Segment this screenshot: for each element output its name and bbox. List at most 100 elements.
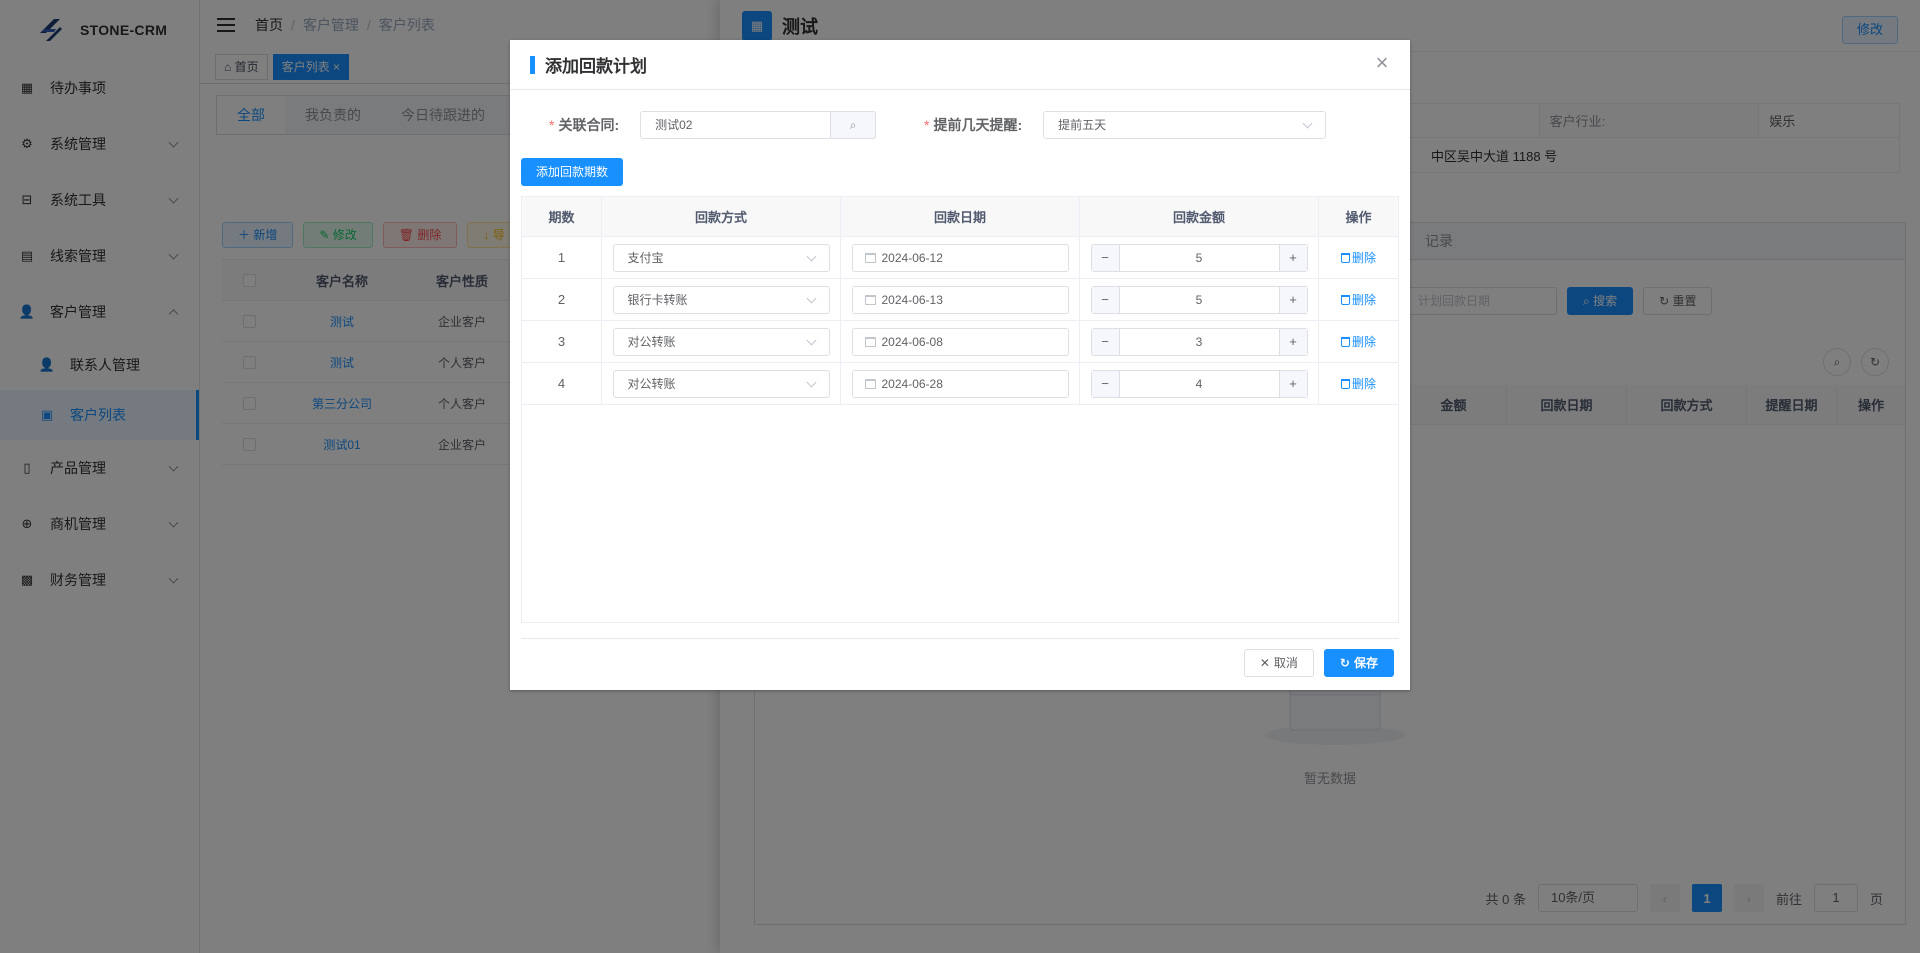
col-actions: 操作 bbox=[1345, 210, 1372, 225]
method-cell: 银行卡转账 bbox=[602, 279, 841, 320]
contract-value: 测试02 bbox=[655, 118, 693, 132]
cancel-label: 取消 bbox=[1273, 656, 1298, 670]
amount-stepper: −4 + bbox=[1090, 369, 1308, 398]
method-value: 银行卡转账 bbox=[627, 292, 688, 307]
method-value: 支付宝 bbox=[627, 250, 664, 265]
payment-method-select[interactable]: 支付宝 bbox=[612, 243, 830, 272]
amount-cell: −4 + bbox=[1080, 363, 1319, 404]
col-date: 回款日期 bbox=[841, 197, 1080, 236]
amount-input[interactable]: 4 bbox=[1120, 371, 1279, 397]
payment-date-picker[interactable]: 2024-06-08 bbox=[851, 327, 1069, 356]
contract-input[interactable]: 测试02 ⌕ bbox=[640, 111, 877, 139]
dialog-footer: ✕ 取消 ↻ 保存 bbox=[521, 638, 1399, 677]
remind-label-text: 提前几天提醒: bbox=[933, 117, 1023, 133]
date-cell: 2024-06-08 bbox=[841, 321, 1080, 362]
trash-icon bbox=[1340, 252, 1350, 263]
col-method: 回款方式 bbox=[602, 197, 841, 236]
calendar-icon bbox=[864, 378, 876, 389]
chevron-down-icon bbox=[806, 251, 816, 261]
add-period-button[interactable]: 添加回款期数 bbox=[521, 158, 624, 186]
method-value: 对公转账 bbox=[627, 334, 676, 349]
decrement-button[interactable]: − bbox=[1091, 244, 1120, 271]
action-cell: 删除 bbox=[1319, 321, 1398, 362]
period-number: 3 bbox=[522, 321, 602, 362]
decrement-button[interactable]: − bbox=[1091, 328, 1120, 355]
period-number: 4 bbox=[522, 363, 602, 404]
period-row: 1 支付宝 2024-06-12 −5 + 删除 bbox=[522, 237, 1398, 279]
save-label: 保存 bbox=[1353, 656, 1378, 670]
amount-input[interactable]: 3 bbox=[1120, 329, 1279, 355]
decrement-button[interactable]: − bbox=[1091, 286, 1120, 313]
contract-label: * 关联合同: bbox=[549, 117, 620, 133]
delete-label: 删除 bbox=[1351, 335, 1376, 349]
cancel-button[interactable]: ✕ 取消 bbox=[1243, 649, 1314, 677]
calendar-icon bbox=[864, 336, 876, 347]
close-icon[interactable]: × bbox=[1372, 52, 1392, 74]
date-value: 2024-06-08 bbox=[881, 334, 943, 349]
delete-label: 删除 bbox=[1351, 251, 1376, 265]
decrement-button[interactable]: − bbox=[1091, 370, 1120, 397]
delete-row-link[interactable]: 删除 bbox=[1340, 333, 1376, 350]
increment-button[interactable]: + bbox=[1278, 370, 1307, 397]
increment-button[interactable]: + bbox=[1278, 286, 1307, 313]
delete-label: 删除 bbox=[1351, 377, 1376, 391]
remind-value: 提前五天 bbox=[1058, 118, 1107, 132]
remind-field: * 提前几天提醒: 提前五天 bbox=[924, 111, 1327, 139]
date-cell: 2024-06-28 bbox=[841, 363, 1080, 404]
col-amount: 回款金额 bbox=[1080, 197, 1319, 236]
period-row: 3 对公转账 2024-06-08−3 + 删除 bbox=[522, 321, 1398, 363]
date-cell: 2024-06-13 bbox=[841, 279, 1080, 320]
delete-row-link[interactable]: 删除 bbox=[1340, 249, 1376, 266]
save-button[interactable]: ↻ 保存 bbox=[1323, 649, 1394, 677]
action-cell: 删除 bbox=[1319, 363, 1398, 404]
increment-button[interactable]: + bbox=[1278, 244, 1307, 271]
period-number: 2 bbox=[522, 279, 602, 320]
amount-input[interactable]: 5 bbox=[1120, 245, 1279, 271]
chevron-down-icon bbox=[806, 293, 816, 303]
period-number: 1 bbox=[522, 237, 602, 278]
amount-cell: −5 + bbox=[1080, 279, 1319, 320]
payment-method-select[interactable]: 对公转账 bbox=[612, 327, 830, 356]
date-value: 2024-06-12 bbox=[881, 250, 943, 265]
date-cell: 2024-06-12 bbox=[841, 237, 1080, 278]
payment-date-picker[interactable]: 2024-06-13 bbox=[851, 285, 1069, 314]
chevron-down-icon bbox=[806, 377, 816, 387]
calendar-icon bbox=[864, 294, 876, 305]
action-cell: 删除 bbox=[1319, 237, 1398, 278]
period-row: 4 对公转账 2024-06-28−4 + 删除 bbox=[522, 363, 1398, 405]
add-payment-plan-dialog: 添加回款计划 × * 关联合同: 测试02 ⌕ * 提前几天提醒: 提前五天 添加回… bbox=[510, 40, 1410, 690]
title-accent-bar bbox=[530, 55, 535, 74]
payment-method-select[interactable]: 银行卡转账 bbox=[612, 285, 830, 314]
payment-date-picker[interactable]: 2024-06-28 bbox=[851, 369, 1069, 398]
delete-row-link[interactable]: 删除 bbox=[1340, 291, 1376, 308]
date-value: 2024-06-13 bbox=[881, 292, 943, 307]
amount-stepper: −5 + bbox=[1090, 243, 1308, 272]
amount-cell: −5 + bbox=[1080, 237, 1319, 278]
delete-label: 删除 bbox=[1351, 293, 1376, 307]
amount-cell: −3 + bbox=[1080, 321, 1319, 362]
date-value: 2024-06-28 bbox=[881, 376, 943, 391]
method-cell: 对公转账 bbox=[602, 321, 841, 362]
delete-row-link[interactable]: 删除 bbox=[1340, 375, 1376, 392]
increment-button[interactable]: + bbox=[1278, 328, 1307, 355]
payment-date-picker[interactable]: 2024-06-12 bbox=[851, 243, 1069, 272]
contract-field: * 关联合同: 测试02 ⌕ bbox=[549, 111, 877, 139]
trash-icon bbox=[1340, 294, 1350, 305]
payment-periods-table: 期数 回款方式 回款日期 回款金额 操作 1 支付宝 2024-06-12−5 + 删除… bbox=[521, 196, 1399, 623]
remind-select[interactable]: 提前五天 bbox=[1043, 111, 1327, 139]
amount-input[interactable]: 5 bbox=[1120, 287, 1279, 313]
payment-method-select[interactable]: 对公转账 bbox=[612, 369, 830, 398]
contract-label-text: 关联合同: bbox=[558, 117, 620, 133]
search-icon[interactable]: ⌕ bbox=[830, 111, 877, 139]
footer-buttons: ✕ 取消 ↻ 保存 bbox=[1243, 649, 1394, 677]
method-cell: 支付宝 bbox=[602, 237, 841, 278]
cancel-x-icon: ✕ bbox=[1259, 656, 1270, 670]
action-cell: 删除 bbox=[1319, 279, 1398, 320]
save-refresh-icon: ↻ bbox=[1339, 656, 1350, 670]
amount-stepper: −5 + bbox=[1090, 285, 1308, 314]
trash-icon bbox=[1340, 336, 1350, 347]
col-period: 期数 bbox=[522, 197, 602, 236]
chevron-down-icon bbox=[1302, 118, 1313, 129]
amount-stepper: −3 + bbox=[1090, 327, 1308, 356]
dialog-title: 添加回款计划 bbox=[545, 57, 647, 76]
